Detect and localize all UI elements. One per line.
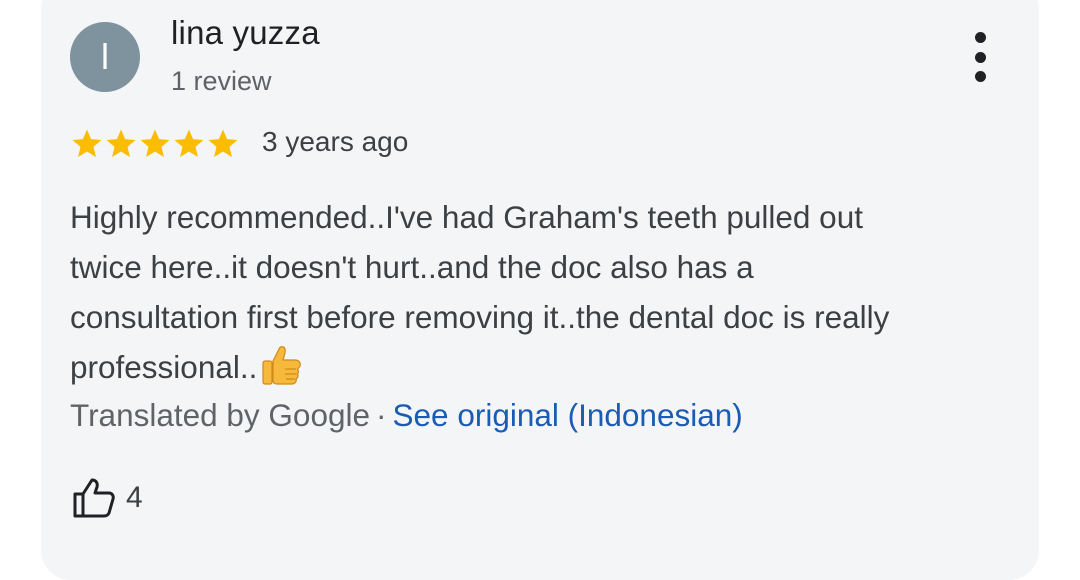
review-text-line: consultation first before removing it..t… bbox=[70, 299, 890, 335]
review-text-line: professional.. bbox=[70, 349, 258, 385]
more-vertical-icon-dot bbox=[974, 51, 986, 63]
more-vertical-icon-dot bbox=[974, 71, 986, 82]
review-text-line: Highly recommended..I've had Graham's te… bbox=[70, 199, 863, 235]
translation-notice: Translated by Google · See original (Indon… bbox=[70, 392, 743, 438]
star-rating bbox=[70, 126, 240, 162]
avatar[interactable]: l bbox=[70, 22, 140, 92]
thumbs-up-emoji-icon bbox=[262, 346, 302, 385]
translated-by-label: Translated by Google bbox=[70, 397, 371, 433]
like-count: 4 bbox=[126, 481, 143, 514]
star-icon bbox=[174, 129, 204, 158]
more-vertical-icon bbox=[974, 32, 986, 43]
star-icon bbox=[140, 129, 170, 158]
star-icon bbox=[72, 129, 102, 158]
separator: · bbox=[376, 397, 387, 433]
author-name[interactable]: lina yuzza bbox=[171, 14, 320, 52]
like-button[interactable]: 4 bbox=[72, 476, 143, 520]
star-icon bbox=[106, 129, 136, 158]
more-options-button[interactable] bbox=[962, 32, 998, 82]
see-original-link[interactable]: See original (Indonesian) bbox=[393, 397, 743, 433]
review-text-line-last: professional.. bbox=[70, 342, 1010, 392]
review-date: 3 years ago bbox=[262, 126, 409, 157]
review-text: Highly recommended..I've had Graham's te… bbox=[70, 192, 1010, 392]
thumbs-up-outline-icon bbox=[73, 478, 115, 518]
review-text-line: twice here..it doesn't hurt..and the doc… bbox=[70, 249, 754, 285]
author-review-count: 1 review bbox=[171, 66, 272, 96]
star-icon bbox=[208, 129, 238, 158]
